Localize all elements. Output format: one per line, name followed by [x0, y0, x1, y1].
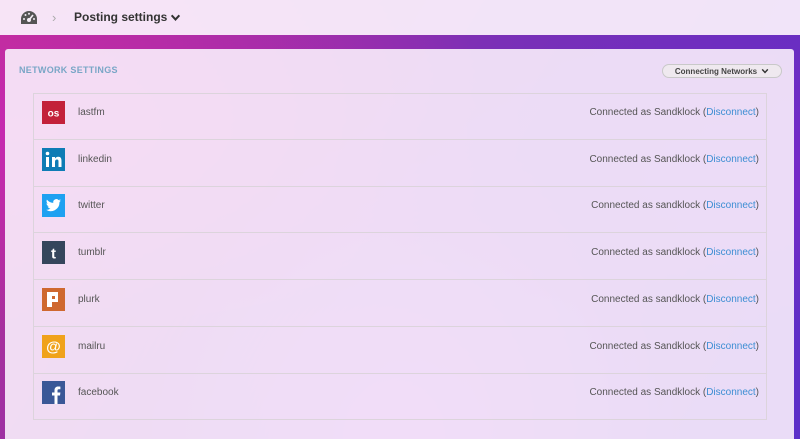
mailru-icon: @ [42, 334, 65, 358]
connection-status-text: Connected as sandklock ( [591, 293, 707, 305]
network-row-mailru: @ mailru Connected as Sandklock (Disconnec… [34, 328, 766, 374]
lastfm-icon: os [42, 101, 65, 124]
dashboard-icon[interactable] [19, 9, 39, 27]
disconnect-link-lastfm[interactable]: Disconnect [706, 107, 755, 118]
connection-status-text: Connected as sandklock ( [591, 200, 707, 212]
connection-status-suffix: ) [755, 340, 759, 352]
network-settings-panel: NETWORK SETTINGS Connecting Networks os l… [5, 49, 794, 439]
network-name: plurk [78, 293, 100, 305]
connection-status-text: Connected as Sandklock ( [589, 107, 707, 118]
disconnect-link-tumblr[interactable]: Disconnect [706, 247, 755, 258]
network-name: mailru [78, 340, 106, 352]
connecting-networks-label: Connecting Networks [674, 66, 758, 76]
network-row-twitter: twitter Connected as sandklock (Disconnec… [34, 187, 766, 234]
svg-text:@: @ [46, 338, 61, 355]
connection-status: Connected as Sandklock (Disconnect) [589, 154, 759, 165]
network-row-linkedin: linkedin Connected as Sandklock (Disconne… [34, 141, 766, 187]
network-name: facebook [78, 387, 119, 399]
network-name: lastfm [78, 107, 105, 118]
connection-status: Connected as Sandklock (Disconnect) [589, 387, 759, 398]
facebook-icon [42, 381, 65, 405]
connection-status: Connected as sandklock (Disconnect) [591, 294, 759, 305]
connection-status-suffix: ) [755, 107, 759, 118]
twitter-icon [42, 194, 65, 218]
network-name: tumblr [78, 247, 106, 259]
connection-status-text: Connected as Sandklock ( [589, 340, 707, 352]
connection-status: Connected as sandklock (Disconnect) [591, 247, 759, 258]
connection-status-text: Connected as sandklock ( [591, 247, 707, 259]
svg-text:t: t [51, 246, 56, 263]
disconnect-link-mailru[interactable]: Disconnect [706, 341, 755, 352]
top-bar: › Posting settings [0, 0, 800, 35]
disconnect-link-plurk[interactable]: Disconnect [706, 294, 755, 305]
breadcrumb-separator: › [52, 10, 57, 25]
connection-status-suffix: ) [755, 387, 759, 399]
connecting-networks-button[interactable]: Connecting Networks [662, 64, 782, 78]
plurk-icon [42, 287, 65, 311]
chevron-down-icon [761, 68, 769, 74]
tumblr-icon: t [42, 241, 65, 265]
network-name: twitter [78, 200, 105, 212]
network-row-tumblr: t tumblr Connected as sandklock (Disconnec… [34, 234, 766, 281]
network-list: os lastfm Connected as Sandklock (Disconne… [33, 93, 767, 420]
network-row-plurk: plurk Connected as sandklock (Disconnect) [34, 281, 766, 327]
disconnect-link-linkedin[interactable]: Disconnect [706, 154, 755, 165]
connection-status-text: Connected as Sandklock ( [589, 153, 707, 165]
network-row-lastfm: os lastfm Connected as Sandklock (Disconne… [34, 94, 766, 140]
connection-status-suffix: ) [755, 293, 759, 305]
chevron-down-icon [171, 14, 181, 21]
svg-text:os: os [48, 109, 60, 120]
connection-status-suffix: ) [755, 200, 759, 212]
disconnect-link-facebook[interactable]: Disconnect [706, 387, 755, 398]
page-title: Posting settings [74, 10, 168, 24]
connection-status: Connected as Sandklock (Disconnect) [589, 341, 759, 352]
connection-status-suffix: ) [755, 153, 759, 165]
network-row-facebook: facebook Connected as Sandklock (Disconne… [34, 374, 766, 420]
panel-title: NETWORK SETTINGS [19, 65, 118, 75]
connection-status: Connected as sandklock (Disconnect) [591, 200, 759, 211]
connection-status: Connected as Sandklock (Disconnect) [589, 107, 759, 118]
connection-status-text: Connected as Sandklock ( [589, 387, 707, 399]
connection-status-suffix: ) [755, 247, 759, 259]
network-name: linkedin [78, 153, 112, 165]
linkedin-icon [42, 147, 65, 171]
disconnect-link-twitter[interactable]: Disconnect [706, 200, 755, 211]
breadcrumb-posting-settings[interactable]: Posting settings [74, 10, 181, 24]
